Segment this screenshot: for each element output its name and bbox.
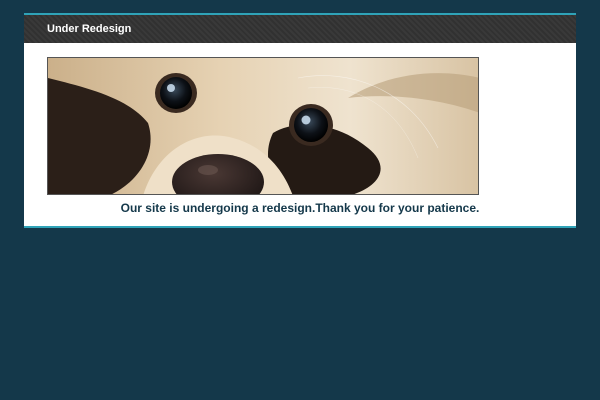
site-title: Under Redesign — [47, 23, 132, 35]
raccoon-photo — [47, 57, 479, 195]
header-bar: Under Redesign — [24, 15, 576, 43]
redesign-message: Our site is undergoing a redesign.Thank … — [120, 201, 480, 215]
content-panel: Under Redesign Our site is undergoing a … — [24, 13, 576, 228]
